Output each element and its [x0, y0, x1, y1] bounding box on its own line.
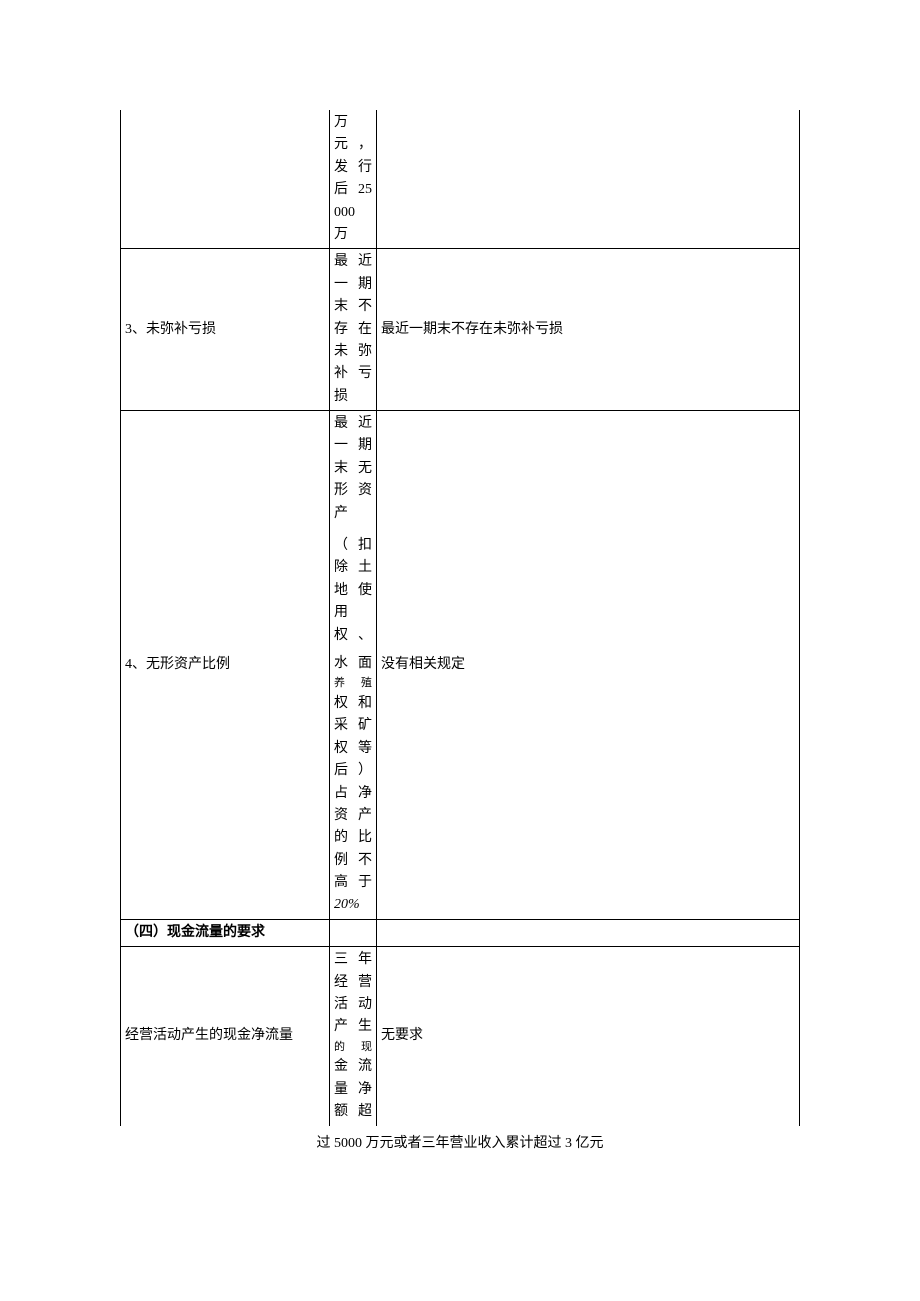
- cell-blank: [377, 919, 800, 946]
- document-page: 万元，发行后 25000 万 3、未弥补亏损 最近一期末不存在未弥补亏损 最近一…: [0, 0, 920, 1192]
- table-row: 经营活动产生的现金净流量 三年经营活动产生 的现 金流量净额超 无要求: [121, 947, 800, 1126]
- text: （扣除土地使用权、: [334, 535, 372, 647]
- text: 4、无形资产比例: [125, 657, 230, 672]
- text: 最近一期末无形资产: [334, 413, 372, 525]
- cell-item-label: 经营活动产生的现金净流量: [121, 947, 330, 1126]
- text: 20%: [334, 894, 372, 916]
- cell-requirement-a: 最近一期末不存在未弥补亏损: [330, 249, 377, 411]
- text: 权和采矿权等后）占净资产的比例不高于: [334, 693, 372, 895]
- text: （四）现金流量的要求: [125, 925, 265, 940]
- text: 最近一期末不存在未弥补亏损: [334, 254, 372, 403]
- cell-requirement-b: 最近一期末不存在未弥补亏损: [377, 249, 800, 411]
- text: 水面: [334, 653, 372, 675]
- cell-requirement-b: 无要求: [377, 947, 800, 1126]
- text: 过 5000 万元或者三年营业收入累计超过 3 亿元: [317, 1136, 604, 1151]
- cell-blank: [377, 110, 800, 249]
- text: 万元，发行后 25000 万: [334, 115, 372, 242]
- table-row: 万元，发行后 25000 万: [121, 110, 800, 249]
- table-row-section: （四）现金流量的要求: [121, 919, 800, 946]
- text: 无要求: [381, 1028, 423, 1043]
- cell-requirement-b: 没有相关规定: [377, 411, 800, 920]
- cell-section-heading: （四）现金流量的要求: [121, 919, 330, 946]
- cell-item-label: 3、未弥补亏损: [121, 249, 330, 411]
- cell-item-label: 4、无形资产比例: [121, 411, 330, 920]
- text: 的现: [334, 1039, 372, 1057]
- text: 三年经营活动产生: [334, 949, 372, 1039]
- cell-requirement-a: 三年经营活动产生 的现 金流量净额超: [330, 947, 377, 1126]
- cell-requirement-a: 最近一期末无形资产 （扣除土地使用权、 水面 养殖 权和采矿权等后）占净资产的比…: [330, 411, 377, 920]
- regulation-table: 万元，发行后 25000 万 3、未弥补亏损 最近一期末不存在未弥补亏损 最近一…: [120, 110, 800, 1126]
- text: 没有相关规定: [381, 657, 465, 672]
- cell-blank: [121, 110, 330, 249]
- table-row: 3、未弥补亏损 最近一期末不存在未弥补亏损 最近一期末不存在未弥补亏损: [121, 249, 800, 411]
- text: 最近一期末不存在未弥补亏损: [381, 322, 563, 337]
- text: 养殖: [334, 675, 372, 693]
- cell-prev-continuation: 万元，发行后 25000 万: [330, 110, 377, 249]
- cell-blank: [330, 919, 377, 946]
- text: 3、未弥补亏损: [125, 322, 216, 337]
- text: 金流量净额超: [334, 1056, 372, 1123]
- text: 经营活动产生的现金净流量: [125, 1028, 293, 1043]
- footer-continuation-text: 过 5000 万元或者三年营业收入累计超过 3 亿元: [120, 1132, 800, 1152]
- table-row: 4、无形资产比例 最近一期末无形资产 （扣除土地使用权、 水面 养殖 权和采矿权…: [121, 411, 800, 920]
